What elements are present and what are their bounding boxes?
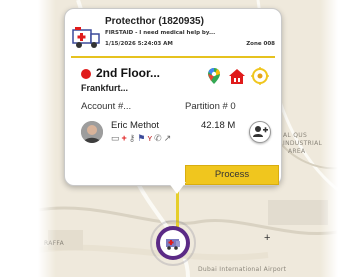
- key-icon: ⚷: [128, 133, 136, 143]
- alarm-title: Protecthor (1820935): [105, 16, 204, 27]
- arrow-icon: ↗: [163, 133, 172, 143]
- responder-capabilities: ▭ + ⚷ ⚑ ʏ ✆ ↗: [111, 132, 171, 144]
- location-city: Frankfurt...: [81, 83, 129, 93]
- partition-number: Partition # 0: [185, 101, 236, 112]
- map-edge-fade: [38, 0, 56, 277]
- ambulance-icon: [72, 27, 100, 48]
- account-number: Account #...: [81, 101, 132, 112]
- location-target-icon[interactable]: [251, 67, 269, 85]
- phone-icon: ✆: [154, 133, 162, 143]
- map-label: AREA: [288, 148, 306, 155]
- alarm-header: Protecthor (1820935) FIRSTAID - I need m…: [71, 15, 275, 59]
- flag-icon: ⚑: [137, 133, 146, 143]
- alarm-datetime: 1/15/2026 5:24:03 AM: [105, 41, 173, 47]
- avatar: [81, 121, 103, 143]
- alarm-status-dot: [81, 69, 91, 79]
- map-edge-fade: [320, 0, 338, 277]
- map-marker-plus: +: [264, 232, 271, 244]
- process-button[interactable]: Process: [185, 165, 279, 185]
- map-label: INDUSTRIAL: [283, 140, 323, 147]
- alarm-zone: Zone 008: [246, 41, 275, 47]
- responder-name: Eric Methot: [111, 120, 160, 131]
- responder-distance: 42.18 M: [201, 120, 236, 131]
- popup-tail: [168, 182, 186, 194]
- assign-user-icon: [253, 126, 268, 137]
- user-photo-icon: [81, 121, 103, 143]
- map-label: Dubai International Airport: [198, 266, 287, 273]
- alarm-popup: Protecthor (1820935) FIRSTAID - I need m…: [64, 8, 282, 186]
- ambulance-icon: [166, 239, 180, 250]
- assign-user-button[interactable]: [249, 121, 271, 143]
- house-icon[interactable]: [228, 67, 246, 85]
- map-label: AL QUS: [283, 132, 308, 139]
- computer-icon: ▭: [111, 133, 120, 143]
- header-divider: [71, 56, 275, 58]
- alarm-description: FIRSTAID - I need medical help by...: [105, 30, 216, 36]
- tools-icon: ʏ: [147, 133, 153, 143]
- location-title: 2nd Floor...: [96, 66, 161, 80]
- alarm-pin-marker[interactable]: [156, 226, 190, 260]
- google-maps-icon[interactable]: [205, 67, 223, 85]
- medical-cross-icon: +: [121, 133, 127, 143]
